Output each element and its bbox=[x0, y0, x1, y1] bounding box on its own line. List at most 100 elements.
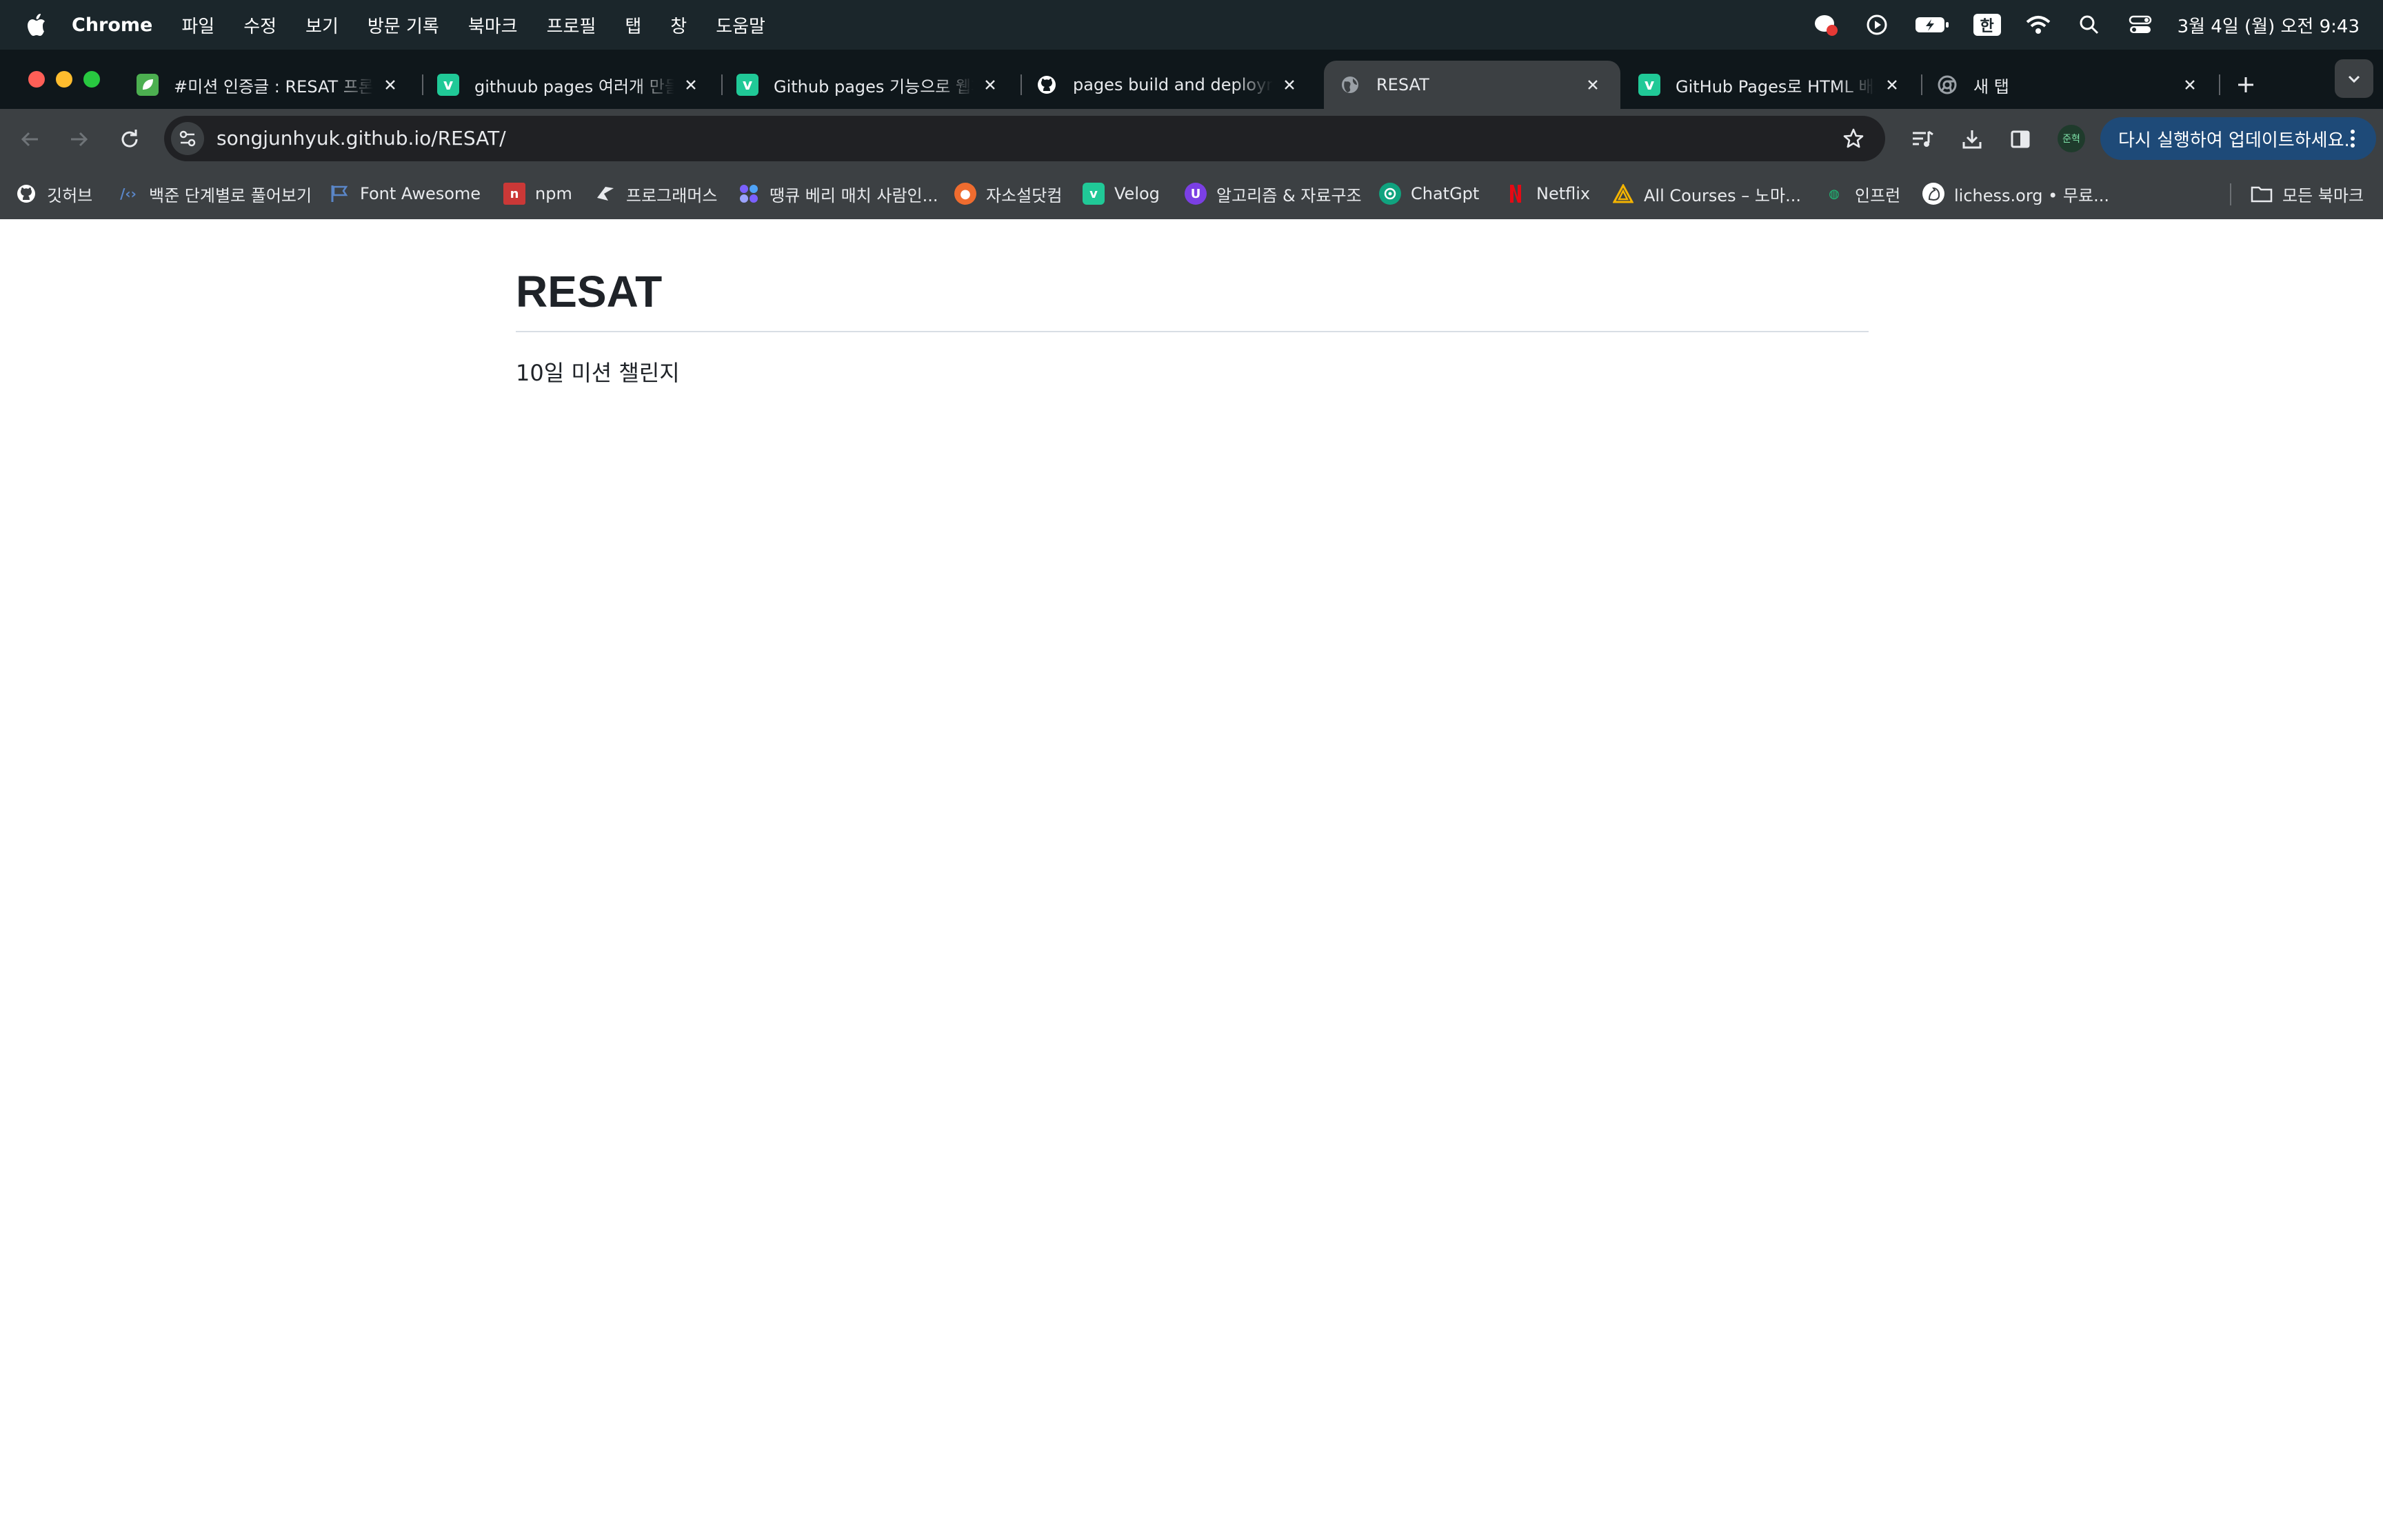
code-icon: /‹› bbox=[120, 185, 137, 202]
control-center-icon[interactable] bbox=[2126, 11, 2154, 39]
bookmark-label: Velog bbox=[1114, 184, 1160, 203]
tab-title: RESAT bbox=[1376, 75, 1429, 94]
tab-search-chevron-down-icon[interactable] bbox=[2335, 59, 2373, 98]
apple-icon[interactable] bbox=[26, 12, 47, 37]
bookmark-font-awesome[interactable]: Font Awesome bbox=[328, 168, 481, 219]
velog-icon: v bbox=[736, 74, 758, 96]
chatgpt-icon bbox=[1379, 183, 1401, 205]
relaunch-update-button[interactable]: 다시 실행하여 업데이트하세요. bbox=[2100, 117, 2376, 160]
bookmark-label: 자소설닷컴 bbox=[986, 185, 1063, 205]
tab-resat[interactable]: RESAT bbox=[1324, 61, 1620, 109]
menu-bookmarks[interactable]: 북마크 bbox=[468, 12, 518, 38]
bookmark-programmers[interactable]: 프로그래머스 bbox=[594, 168, 717, 219]
macos-menu-bar: Chrome 파일 수정 보기 방문 기록 북마크 프로필 탭 창 도움말 한 … bbox=[0, 0, 2383, 50]
play-icon[interactable] bbox=[1863, 11, 1891, 39]
input-method-indicator[interactable]: 한 bbox=[1973, 14, 2001, 36]
reading-list-icon[interactable] bbox=[1907, 124, 1938, 154]
menu-view[interactable]: 보기 bbox=[305, 12, 339, 38]
menu-help[interactable]: 도움말 bbox=[716, 12, 765, 38]
app-menu-chrome[interactable]: Chrome bbox=[72, 14, 152, 36]
tab-close-icon[interactable] bbox=[1278, 74, 1300, 96]
bookmark-algorithm[interactable]: U 알고리즘 & 자료구조 bbox=[1185, 168, 1362, 219]
relaunch-update-label: 다시 실행하여 업데이트하세요. bbox=[2118, 130, 2350, 151]
bookmark-velog[interactable]: v Velog bbox=[1083, 168, 1160, 219]
bookmark-nomad-coders[interactable]: All Courses – 노마... bbox=[1612, 168, 1801, 219]
tab-close-icon[interactable] bbox=[1881, 74, 1903, 96]
back-arrow-icon[interactable] bbox=[15, 124, 46, 154]
menu-history[interactable]: 방문 기록 bbox=[368, 12, 439, 38]
bookmark-saramin[interactable]: 땡큐 베리 매치 사람인... bbox=[738, 168, 938, 219]
bookmark-github[interactable]: 깃허브 bbox=[15, 168, 92, 219]
more-menu-icon[interactable] bbox=[2339, 125, 2366, 152]
nomad-icon bbox=[1612, 183, 1634, 205]
tab-title: 새 탭 bbox=[1973, 77, 2009, 97]
bookmark-label: npm bbox=[535, 184, 572, 203]
tab-pages-build[interactable]: pages build and deployment bbox=[1020, 61, 1317, 109]
address-bar[interactable]: songjunhyuk.github.io/RESAT/ bbox=[164, 116, 1885, 161]
bookmark-netflix[interactable]: Netflix bbox=[1505, 168, 1590, 219]
bookmark-all-bookmarks[interactable]: 모든 북마크 bbox=[2251, 168, 2364, 219]
bookmark-label: lichess.org • 무료... bbox=[1954, 185, 2109, 205]
bookmark-baekjoon[interactable]: /‹› 백준 단계별로 풀어보기 bbox=[117, 168, 312, 219]
browser-toolbar: songjunhyuk.github.io/RESAT/ 준혁 다시 실행하여 … bbox=[0, 109, 2383, 168]
folder-icon bbox=[2251, 183, 2273, 205]
tab-close-icon[interactable] bbox=[1582, 74, 1604, 96]
bookmark-lichess[interactable]: lichess.org • 무료... bbox=[1922, 168, 2109, 219]
lichess-icon bbox=[1922, 183, 1944, 205]
bookmark-jasoseol[interactable]: ● 자소설닷컴 bbox=[954, 168, 1062, 219]
bookmark-label: 알고리즘 & 자료구조 bbox=[1216, 185, 1362, 205]
tab-title: githuub pages 여러개 만들기 bbox=[474, 77, 674, 97]
tab-title: GitHub Pages로 HTML 배포 bbox=[1676, 77, 1876, 97]
saramin-icon bbox=[738, 183, 760, 205]
tab-close-icon[interactable] bbox=[680, 74, 702, 96]
new-tab-plus-icon[interactable] bbox=[2229, 68, 2263, 102]
wifi-icon[interactable] bbox=[2024, 11, 2052, 39]
download-icon[interactable] bbox=[1957, 124, 1987, 154]
netflix-icon bbox=[1505, 183, 1527, 205]
tab-close-icon[interactable] bbox=[979, 74, 1001, 96]
velog-icon: v bbox=[1083, 183, 1105, 205]
menu-file[interactable]: 파일 bbox=[181, 12, 214, 38]
battery-icon[interactable] bbox=[1914, 11, 1950, 39]
bookmarks-bar: 깃허브 /‹› 백준 단계별로 풀어보기 Font Awesome n npm … bbox=[0, 168, 2383, 219]
tab-close-icon[interactable] bbox=[2179, 74, 2201, 96]
forward-arrow-icon[interactable] bbox=[63, 124, 94, 154]
site-info-tune-icon[interactable] bbox=[171, 122, 204, 155]
npm-icon: n bbox=[503, 183, 525, 205]
menu-profiles[interactable]: 프로필 bbox=[547, 12, 596, 38]
tab-mission[interactable]: #미션 인증글 : RESAT 프론트 bbox=[121, 61, 418, 109]
spotlight-search-icon[interactable] bbox=[2075, 11, 2103, 39]
reload-icon[interactable] bbox=[114, 124, 145, 154]
bookmark-label: 백준 단계별로 풀어보기 bbox=[149, 185, 312, 205]
menu-window[interactable]: 창 bbox=[670, 12, 687, 38]
bookmark-label: Font Awesome bbox=[360, 184, 481, 203]
menu-tab[interactable]: 탭 bbox=[625, 12, 641, 38]
bookmark-label: 땡큐 베리 매치 사람인... bbox=[770, 185, 938, 205]
tab-github-pages-html[interactable]: v GitHub Pages로 HTML 배포 bbox=[1623, 61, 1920, 109]
tab-github-pages-feature[interactable]: v Github pages 기능으로 웹페이지 bbox=[721, 61, 1018, 109]
bookmark-chatgpt[interactable]: ChatGpt bbox=[1379, 168, 1479, 219]
bookmark-label: Netflix bbox=[1536, 184, 1591, 203]
bookmark-inflearn[interactable]: ◍ 인프런 bbox=[1823, 168, 1900, 219]
page-heading: RESAT bbox=[516, 267, 663, 316]
url-text[interactable]: songjunhyuk.github.io/RESAT/ bbox=[217, 116, 506, 161]
menu-bar-clock[interactable]: 3월 4일 (월) 오전 9:43 bbox=[2178, 12, 2360, 38]
side-panel-icon[interactable] bbox=[2005, 124, 2035, 154]
tab-githuub-pages[interactable]: v githuub pages 여러개 만들기 bbox=[422, 61, 718, 109]
bookmarks-separator bbox=[2230, 183, 2231, 205]
inflearn-icon: ◍ bbox=[1829, 186, 1840, 201]
tab-title: pages build and deployment bbox=[1073, 75, 1273, 94]
tab-new-tab[interactable]: 새 탭 bbox=[1921, 61, 2218, 109]
bookmark-label: All Courses – 노마... bbox=[1644, 185, 1801, 205]
kakaotalk-icon[interactable] bbox=[1812, 11, 1840, 39]
algorithm-icon: U bbox=[1185, 183, 1207, 205]
tab-close-icon[interactable] bbox=[379, 74, 401, 96]
tab-title: Github pages 기능으로 웹페이지 bbox=[774, 77, 974, 97]
menu-edit[interactable]: 수정 bbox=[243, 12, 276, 38]
heading-divider bbox=[516, 331, 1869, 332]
bookmark-npm[interactable]: n npm bbox=[503, 168, 572, 219]
chrome-icon bbox=[1936, 74, 1958, 96]
bookmark-star-icon[interactable] bbox=[1841, 126, 1866, 151]
profile-avatar[interactable]: 준혁 bbox=[2058, 125, 2085, 152]
programmers-icon bbox=[594, 183, 616, 205]
